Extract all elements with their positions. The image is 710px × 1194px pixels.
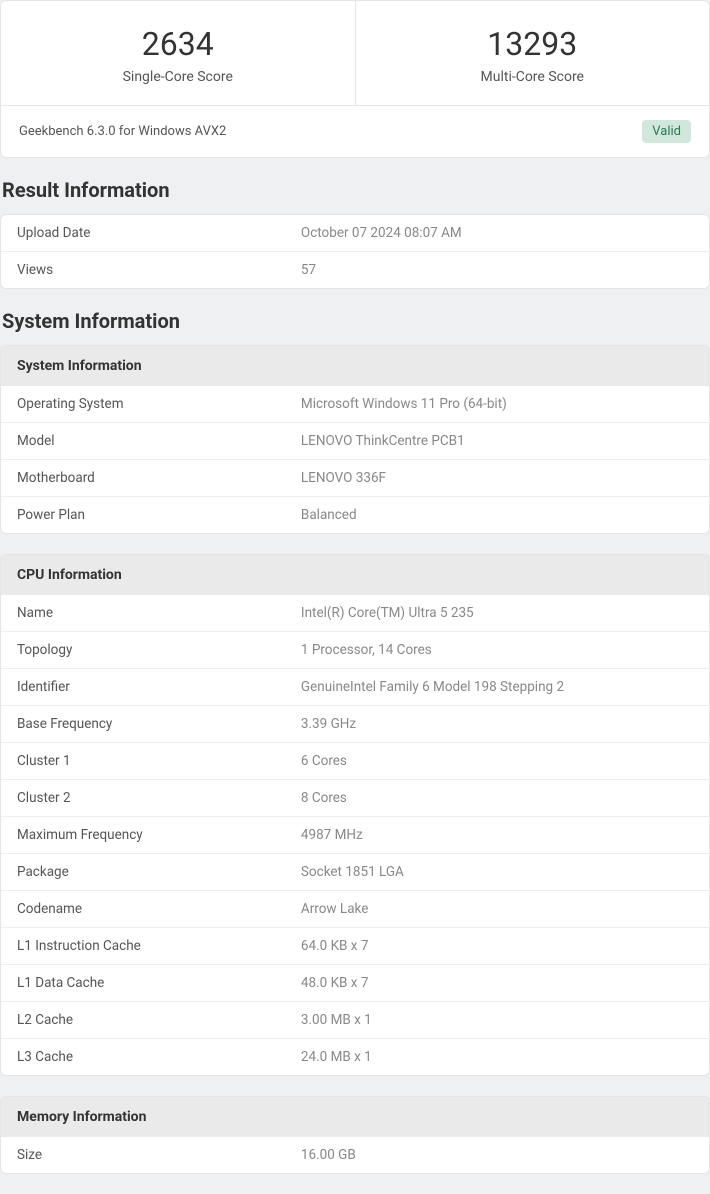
info-row: Maximum Frequency4987 MHz xyxy=(1,816,709,853)
memory-info-rows: Size16.00 GB xyxy=(1,1137,709,1173)
info-value: 1 Processor, 14 Cores xyxy=(301,642,693,658)
cpu-info-rows: NameIntel(R) Core(TM) Ultra 5 235Topolog… xyxy=(1,595,709,1075)
info-value: Balanced xyxy=(301,507,693,523)
info-value: 57 xyxy=(301,262,693,278)
info-key: Topology xyxy=(17,642,301,658)
info-row: PackageSocket 1851 LGA xyxy=(1,853,709,890)
info-row: NameIntel(R) Core(TM) Ultra 5 235 xyxy=(1,595,709,631)
info-key: Views xyxy=(17,262,301,278)
result-info-title: Result Information xyxy=(2,178,710,202)
single-core-cell: 2634 Single-Core Score xyxy=(1,1,356,105)
info-key: Motherboard xyxy=(17,470,301,486)
score-row: 2634 Single-Core Score 13293 Multi-Core … xyxy=(1,1,709,105)
info-value: 16.00 GB xyxy=(301,1147,693,1163)
info-row: Upload DateOctober 07 2024 08:07 AM xyxy=(1,215,709,251)
info-key: Operating System xyxy=(17,396,301,412)
info-row: L1 Instruction Cache64.0 KB x 7 xyxy=(1,927,709,964)
info-key: Codename xyxy=(17,901,301,917)
info-value: GenuineIntel Family 6 Model 198 Stepping… xyxy=(301,679,693,695)
info-key: Model xyxy=(17,433,301,449)
info-value: LENOVO 336F xyxy=(301,470,693,486)
score-card: 2634 Single-Core Score 13293 Multi-Core … xyxy=(0,0,710,158)
version-text: Geekbench 6.3.0 for Windows AVX2 xyxy=(19,124,226,139)
info-value: October 07 2024 08:07 AM xyxy=(301,225,693,241)
system-info-card: System Information Operating SystemMicro… xyxy=(0,345,710,534)
info-value: 3.00 MB x 1 xyxy=(301,1012,693,1028)
result-info-card: Upload DateOctober 07 2024 08:07 AMViews… xyxy=(0,214,710,289)
info-row: L3 Cache24.0 MB x 1 xyxy=(1,1038,709,1075)
version-row: Geekbench 6.3.0 for Windows AVX2 Valid xyxy=(1,105,709,157)
info-key: L1 Instruction Cache xyxy=(17,938,301,954)
info-key: Cluster 2 xyxy=(17,790,301,806)
info-key: L1 Data Cache xyxy=(17,975,301,991)
info-key: Power Plan xyxy=(17,507,301,523)
info-value: 64.0 KB x 7 xyxy=(301,938,693,954)
info-row: MotherboardLENOVO 336F xyxy=(1,459,709,496)
multi-core-score: 13293 xyxy=(366,25,700,63)
info-value: Socket 1851 LGA xyxy=(301,864,693,880)
info-row: Size16.00 GB xyxy=(1,1137,709,1173)
info-key: Base Frequency xyxy=(17,716,301,732)
info-row: IdentifierGenuineIntel Family 6 Model 19… xyxy=(1,668,709,705)
result-info-rows: Upload DateOctober 07 2024 08:07 AMViews… xyxy=(1,215,709,288)
info-value: Microsoft Windows 11 Pro (64-bit) xyxy=(301,396,693,412)
info-key: Identifier xyxy=(17,679,301,695)
info-row: L2 Cache3.00 MB x 1 xyxy=(1,1001,709,1038)
cpu-info-header: CPU Information xyxy=(1,555,709,595)
info-row: Base Frequency3.39 GHz xyxy=(1,705,709,742)
memory-info-card: Memory Information Size16.00 GB xyxy=(0,1096,710,1174)
info-value: 6 Cores xyxy=(301,753,693,769)
cpu-info-card: CPU Information NameIntel(R) Core(TM) Ul… xyxy=(0,554,710,1076)
multi-core-cell: 13293 Multi-Core Score xyxy=(356,1,710,105)
info-key: Maximum Frequency xyxy=(17,827,301,843)
info-value: 4987 MHz xyxy=(301,827,693,843)
single-core-label: Single-Core Score xyxy=(11,69,345,85)
system-info-section-title: System Information xyxy=(2,309,710,333)
info-row: Views57 xyxy=(1,251,709,288)
info-row: Topology1 Processor, 14 Cores xyxy=(1,631,709,668)
info-key: Name xyxy=(17,605,301,621)
info-row: Cluster 28 Cores xyxy=(1,779,709,816)
multi-core-label: Multi-Core Score xyxy=(366,69,700,85)
valid-badge: Valid xyxy=(642,120,691,143)
memory-info-header: Memory Information xyxy=(1,1097,709,1137)
info-key: Cluster 1 xyxy=(17,753,301,769)
info-row: Cluster 16 Cores xyxy=(1,742,709,779)
single-core-score: 2634 xyxy=(11,25,345,63)
info-value: Arrow Lake xyxy=(301,901,693,917)
info-value: 24.0 MB x 1 xyxy=(301,1049,693,1065)
info-row: Operating SystemMicrosoft Windows 11 Pro… xyxy=(1,386,709,422)
system-info-rows: Operating SystemMicrosoft Windows 11 Pro… xyxy=(1,386,709,533)
info-value: Intel(R) Core(TM) Ultra 5 235 xyxy=(301,605,693,621)
info-row: ModelLENOVO ThinkCentre PCB1 xyxy=(1,422,709,459)
info-value: 3.39 GHz xyxy=(301,716,693,732)
info-value: 8 Cores xyxy=(301,790,693,806)
info-key: Upload Date xyxy=(17,225,301,241)
info-key: L3 Cache xyxy=(17,1049,301,1065)
info-row: L1 Data Cache48.0 KB x 7 xyxy=(1,964,709,1001)
system-info-header: System Information xyxy=(1,346,709,386)
info-key: Size xyxy=(17,1147,301,1163)
info-row: CodenameArrow Lake xyxy=(1,890,709,927)
info-key: Package xyxy=(17,864,301,880)
info-value: 48.0 KB x 7 xyxy=(301,975,693,991)
info-key: L2 Cache xyxy=(17,1012,301,1028)
info-value: LENOVO ThinkCentre PCB1 xyxy=(301,433,693,449)
info-row: Power PlanBalanced xyxy=(1,496,709,533)
